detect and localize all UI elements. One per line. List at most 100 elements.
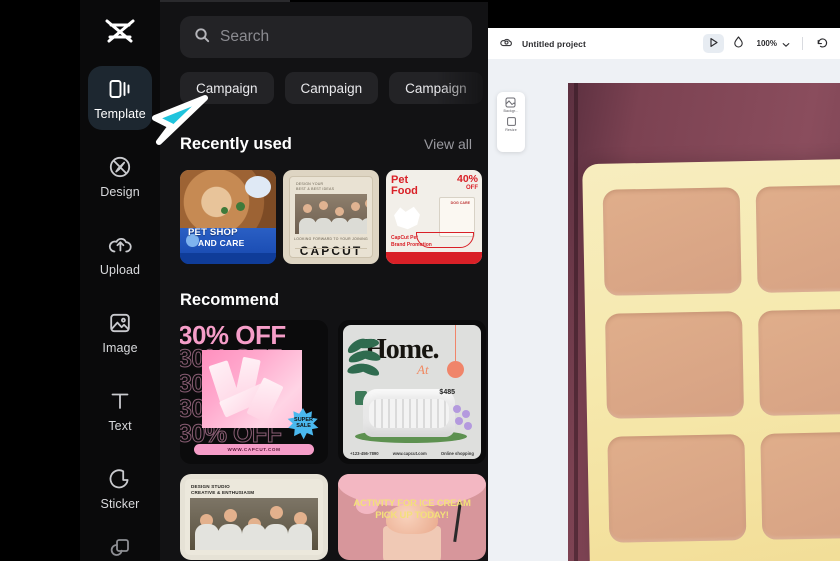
design-canvas[interactable] xyxy=(568,83,840,561)
design-brush-icon xyxy=(107,154,133,180)
hand-pan-tool[interactable] xyxy=(728,34,749,53)
card-title-line2: PICK UP TODAY! xyxy=(375,510,449,521)
group-photo xyxy=(295,194,367,234)
sidebar-items: Template Design Upload Image Text Sticke… xyxy=(80,66,160,561)
chevron-down-icon xyxy=(782,35,790,53)
cat-eyes xyxy=(235,201,245,211)
card-sub-text: LOOKING FORWARD TO YOUR JOINING xyxy=(294,237,368,241)
template-card-30-off[interactable]: 30% OFF 30% OFF 30% OFF 30% OFF 30% OFF … xyxy=(180,320,328,464)
resize-label: Resize xyxy=(505,128,517,132)
template-card-pet-food[interactable]: Pet Food 40% OFF DOG CARE CapCut Pet Bra… xyxy=(386,170,482,264)
sidebar-item-label: Design xyxy=(100,184,140,199)
card-brand: CapCut Pet Brand Promotion xyxy=(391,235,432,248)
recommend-grid: 30% OFF 30% OFF 30% OFF 30% OFF 30% OFF … xyxy=(180,320,488,560)
card-heading: Pet Food xyxy=(391,174,418,198)
recommend-header: Recommend xyxy=(180,291,472,310)
card-art: Home. At $485 +123-456-7890 www.capcut.c… xyxy=(338,320,486,464)
sidebar-item-image[interactable]: Image xyxy=(88,300,152,364)
select-cursor-tool[interactable] xyxy=(702,34,724,53)
category-chips: Campaign Campaign Campaign xyxy=(180,72,488,104)
project-name: Untitled project xyxy=(522,38,586,49)
editor-header: Untitled project 100% xyxy=(488,28,840,59)
group-photo xyxy=(190,498,318,550)
dog-illustration xyxy=(394,206,420,230)
app-root: Template Design Upload Image Text Sticke… xyxy=(0,0,840,561)
board-cell[interactable] xyxy=(760,431,840,540)
card-art: PET SHOP AND CARE xyxy=(180,170,276,264)
board-cell[interactable] xyxy=(755,184,840,293)
card-footer-bar xyxy=(180,253,276,264)
cursor-triangle-icon xyxy=(708,35,719,53)
sidebar-item-label: Sticker xyxy=(100,496,140,511)
board-element[interactable] xyxy=(582,157,840,561)
chip-campaign-1[interactable]: Campaign xyxy=(180,72,274,104)
flowers xyxy=(451,403,473,433)
sticker-icon xyxy=(107,466,133,492)
card-art: Pet Food 40% OFF DOG CARE CapCut Pet Bra… xyxy=(386,170,482,264)
sofa-product xyxy=(363,389,455,437)
sidebar-rail: Template Design Upload Image Text Sticke… xyxy=(80,0,160,561)
zoom-value: 100% xyxy=(756,39,777,48)
zoom-control[interactable]: 100% xyxy=(753,35,794,53)
lamp-cord xyxy=(455,325,456,361)
card-title-line1: PET SHOP xyxy=(188,227,238,238)
template-card-pet-shop[interactable]: PET SHOP AND CARE xyxy=(180,170,276,264)
background-icon xyxy=(505,97,516,108)
speech-bubble xyxy=(245,176,271,198)
card-art: 30% OFF 30% OFF 30% OFF 30% OFF 30% OFF … xyxy=(180,320,328,464)
template-card-home[interactable]: Home. At $485 +123-456-7890 www.capcut.c… xyxy=(338,320,486,464)
board-cell[interactable] xyxy=(605,310,745,420)
search-input[interactable]: Search xyxy=(180,16,472,58)
sidebar-item-text[interactable]: Text xyxy=(88,378,152,442)
card-top-text: DESIGN YOUR BEST & BEST IDEAS xyxy=(296,182,335,192)
template-card-design-studio[interactable]: DESIGN STUDIO CREATIVE & ENTHUSIASM xyxy=(180,474,328,560)
search-icon xyxy=(194,27,210,48)
board-cell[interactable] xyxy=(607,434,747,543)
sidebar-item-upload[interactable]: Upload xyxy=(88,222,152,286)
card-footer xyxy=(295,248,367,253)
view-all-link[interactable]: View all xyxy=(424,136,472,152)
card-title-line1: ACTIVITY FOR ICE CREAM xyxy=(353,498,471,509)
sidebar-item-label: Image xyxy=(102,340,138,355)
card-art: DESIGN YOUR BEST & BEST IDEAS LOOKING FOR… xyxy=(283,170,379,264)
canvas-edge-shadow xyxy=(574,83,578,561)
capcut-logo-icon[interactable] xyxy=(97,16,143,48)
lamp-ball xyxy=(447,361,464,378)
project-cloud-icon xyxy=(500,35,513,53)
card-price: $485 xyxy=(439,389,455,396)
text-t-icon xyxy=(107,388,133,414)
board-cell[interactable] xyxy=(602,187,742,296)
sidebar-item-sticker[interactable]: Sticker xyxy=(88,456,152,520)
section-title: Recommend xyxy=(180,291,280,309)
template-icon xyxy=(107,76,133,102)
card-art: ACTIVITY FOR ICE CREAM PICK UP TODAY! xyxy=(338,474,486,560)
card-script-text: At xyxy=(417,362,429,377)
sidebar-item-template[interactable]: Template xyxy=(88,66,152,130)
resize-option[interactable]: Resize xyxy=(505,116,517,132)
sidebar-item-label: Text xyxy=(108,418,132,433)
toolbar-divider xyxy=(802,37,803,50)
hand-icon xyxy=(733,35,744,53)
undo-arrow-icon xyxy=(816,35,828,53)
card-discount: 40% OFF xyxy=(456,173,478,191)
template-card-ice-cream[interactable]: ACTIVITY FOR ICE CREAM PICK UP TODAY! xyxy=(338,474,486,560)
sidebar-item-element[interactable] xyxy=(88,534,152,561)
template-card-capcut[interactable]: DESIGN YOUR BEST & BEST IDEAS LOOKING FOR… xyxy=(283,170,379,264)
project-label-group[interactable]: Untitled project xyxy=(500,35,586,53)
card-footer: +123-456-7890 www.capcut.com Online shop… xyxy=(350,451,474,456)
background-option[interactable]: Backgr... xyxy=(504,97,519,113)
sidebar-item-label: Upload xyxy=(99,262,141,277)
product-photo xyxy=(202,350,302,428)
package-label: DOG CARE xyxy=(450,201,470,205)
chip-campaign-3[interactable]: Campaign xyxy=(389,72,483,104)
sale-badge-text: SUPER SALE xyxy=(294,416,313,429)
sidebar-item-design[interactable]: Design xyxy=(88,144,152,208)
sidebar-item-label: Template xyxy=(94,106,146,121)
background-label: Backgr... xyxy=(503,109,519,113)
chip-campaign-2[interactable]: Campaign xyxy=(284,72,379,104)
undo-button[interactable] xyxy=(811,34,832,53)
board-cell[interactable] xyxy=(757,307,840,417)
search-placeholder: Search xyxy=(220,28,270,45)
upload-cloud-icon xyxy=(107,232,133,258)
editor-body: Backgr... Resize xyxy=(488,59,840,561)
